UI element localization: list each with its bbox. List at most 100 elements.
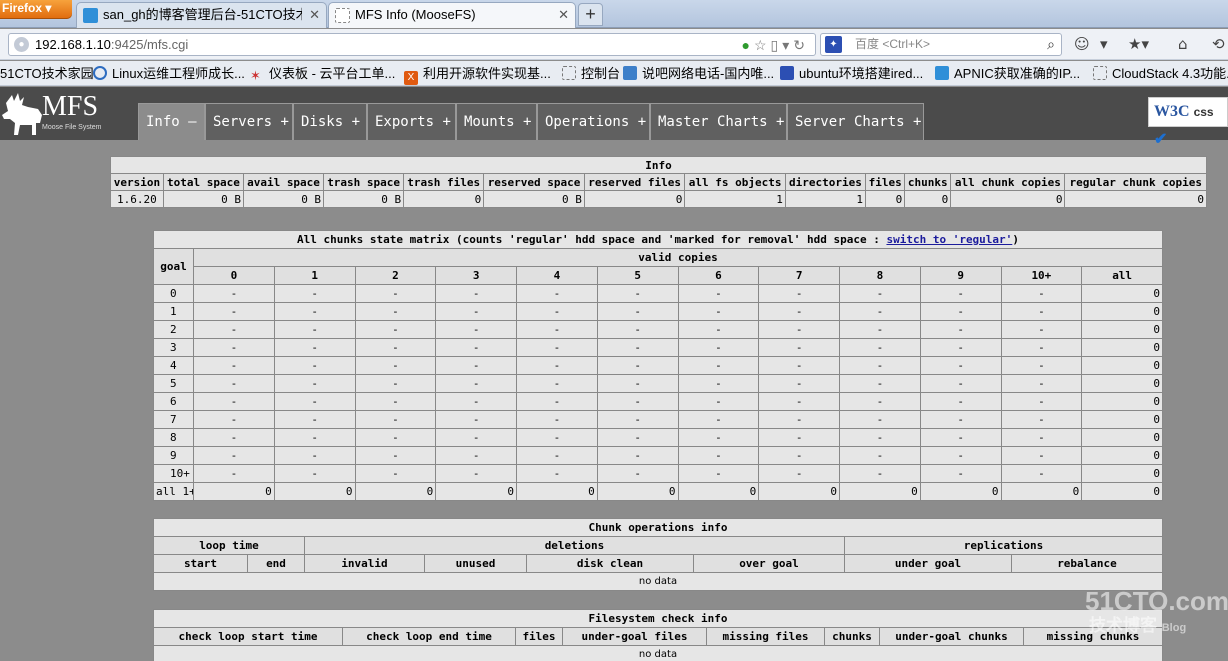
url-text: 192.168.1.10:9425/mfs.cgi (35, 34, 188, 55)
menu-info[interactable]: Info — (138, 103, 205, 140)
goal-cell: 2 (153, 320, 194, 339)
no-data-cell: no data (153, 645, 1163, 661)
matrix-all-cell: 0 (1081, 320, 1163, 339)
mobile-icon[interactable]: ▯ (771, 37, 783, 53)
col-header: invalid (304, 554, 425, 573)
search-placeholder: 百度 <Ctrl+K> (855, 37, 931, 51)
w3c-css-badge[interactable]: W3C css ✔ (1148, 97, 1228, 148)
value-cell: 0 B (483, 190, 585, 208)
chunk-state-matrix: All chunks state matrix (counts 'regular… (153, 230, 1163, 501)
bookmark-item[interactable]: Linux运维工程师成长... (93, 61, 245, 85)
col-header: missing files (706, 627, 825, 646)
matrix-cell: - (354, 302, 437, 321)
matrix-cell: - (1000, 356, 1083, 375)
menu-exports[interactable]: Exports + (367, 103, 456, 140)
new-tab-button[interactable]: + (578, 3, 603, 26)
matrix-column-headers: 0 1 2 3 4 5 6 7 8 9 10+ all (154, 266, 1163, 285)
matrix-cell: 0 (919, 482, 1002, 501)
matrix-cell: - (758, 392, 840, 411)
watermark-main: 51CTO.com (1085, 586, 1228, 616)
valid-copies-col-header: 4 (516, 266, 598, 285)
baidu-icon[interactable]: ✦ (825, 36, 842, 53)
bookmark-item[interactable]: APNIC获取准确的IP... (935, 61, 1080, 85)
matrix-cell: - (596, 410, 679, 429)
menu-master-charts[interactable]: Master Charts + (650, 103, 787, 140)
menu-disks[interactable]: Disks + (293, 103, 367, 140)
bookmarks-menu-icon[interactable]: ★▾ (1128, 33, 1149, 56)
go-icon[interactable]: ● (741, 37, 753, 53)
matrix-cell: - (273, 356, 356, 375)
value-cell: 0 (950, 190, 1066, 208)
bookmark-item[interactable]: 控制台 (562, 61, 620, 85)
matrix-cell: 0 (677, 482, 760, 501)
moose-icon (2, 93, 42, 135)
bookmark-item[interactable]: ubuntu环境搭建ired... (780, 61, 923, 85)
matrix-cell: - (758, 464, 840, 483)
matrix-cell: - (516, 392, 598, 411)
matrix-cell: - (596, 302, 679, 321)
bookmark-item[interactable]: X 利用开源软件实现基... (404, 61, 551, 85)
matrix-cell: - (273, 338, 356, 357)
matrix-cell: - (839, 356, 921, 375)
matrix-row: 2-----------0 (153, 320, 1163, 339)
menu-mounts[interactable]: Mounts + (456, 103, 537, 140)
menu-operations[interactable]: Operations + (537, 103, 650, 140)
firefox-menu-button[interactable]: Firefox ▾ (0, 0, 72, 19)
address-bar[interactable]: ● 192.168.1.10:9425/mfs.cgi ●☆▯▾↻ (8, 33, 816, 56)
home-icon[interactable]: ⌂ (1178, 33, 1188, 56)
tab-mfs-info[interactable]: MFS Info (MooseFS) ✕ (328, 2, 576, 28)
matrix-cell: - (758, 410, 840, 429)
matrix-cell: - (758, 302, 840, 321)
matrix-cell: - (839, 446, 921, 465)
valid-copies-col-header: 10+ (1000, 266, 1083, 285)
matrix-cell: - (354, 338, 437, 357)
tab-51cto-blog[interactable]: san_gh的博客管理后台-51CTO技术... ✕ (76, 2, 327, 28)
mfs-header: MFS Moose File System Info — Servers + D… (0, 87, 1228, 148)
matrix-cell: - (435, 410, 517, 429)
close-icon[interactable]: ✕ (558, 3, 569, 27)
filesystem-check-table: Filesystem check info check loop start t… (153, 609, 1163, 661)
bookmark-item[interactable]: ✶ 仪表板 - 云平台工单... (250, 61, 395, 85)
matrix-cell: - (435, 338, 517, 357)
dropdown-icon[interactable]: ▾ (1100, 33, 1108, 56)
matrix-row: 10+ - - - - - - - - - - -0 (153, 464, 1163, 483)
dropdown-icon[interactable]: ▾ (782, 37, 793, 53)
matrix-cell: - (677, 338, 760, 357)
goal-cell: 3 (153, 338, 194, 357)
valid-copies-col-header: all (1081, 266, 1163, 285)
menu-server-charts[interactable]: Server Charts + (787, 103, 924, 140)
bookmark-item[interactable]: 51CTO技术家园 (0, 61, 94, 85)
matrix-cell: - (435, 464, 517, 483)
col-header: reserved space (483, 173, 585, 191)
search-bar[interactable]: ✦ 百度 <Ctrl+K> ⌕ (820, 33, 1062, 56)
matrix-cell: - (516, 446, 598, 465)
value-cell: 1.6.20 (110, 190, 164, 208)
logo-subtitle: Moose File System (42, 124, 102, 131)
close-icon[interactable]: ✕ (309, 3, 320, 27)
search-icon[interactable]: ⌕ (1047, 34, 1055, 55)
reload-icon[interactable]: ↻ (793, 37, 809, 53)
matrix-cell: - (677, 356, 760, 375)
bookmark-item[interactable]: 说吧网络电话-国内唯... (623, 61, 774, 85)
valid-copies-col-header: 9 (919, 266, 1002, 285)
matrix-row: 4-----------0 (153, 356, 1163, 375)
matrix-cell: - (596, 338, 679, 357)
matrix-row: 3-----------0 (153, 338, 1163, 357)
col-header: check loop start time (153, 627, 343, 646)
col-header: check loop end time (342, 627, 516, 646)
col-header: reserved files (583, 173, 686, 191)
menu-servers[interactable]: Servers + (205, 103, 293, 140)
matrix-cell: - (839, 338, 921, 357)
bookmark-item[interactable]: CloudStack 4.3功能... (1093, 61, 1228, 85)
matrix-cell: - (273, 284, 356, 303)
bookmark-star-icon[interactable]: ☆ (754, 37, 771, 53)
matrix-cell: - (758, 428, 840, 447)
switch-to-regular-link[interactable]: switch to 'regular' (886, 233, 1012, 246)
col-header: files (865, 173, 906, 191)
matrix-all-cell: 0 (1081, 446, 1163, 465)
col-header: unused (424, 554, 527, 573)
addon-icon[interactable]: ☺ (1074, 33, 1090, 56)
back-icon[interactable]: ⟲ (1212, 33, 1225, 56)
matrix-all-row: all 1+ 0 0 0 0 0 0 0 0 0 0 0 0 (153, 482, 1163, 501)
matrix-cell: 0 (435, 482, 517, 501)
